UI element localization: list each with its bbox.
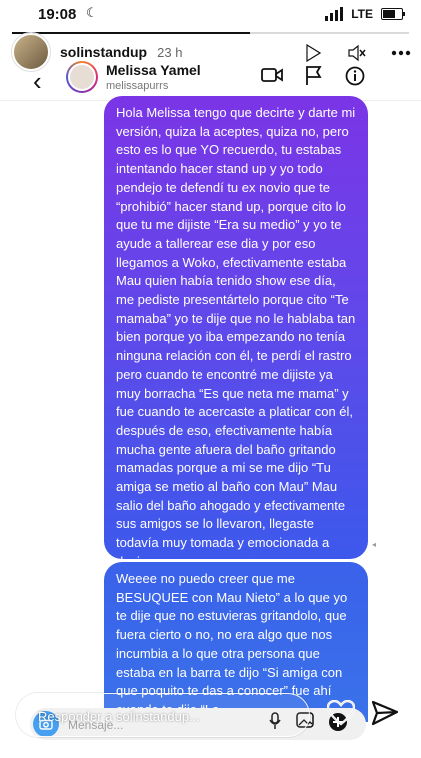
reply-placeholder: Responder a solinstandup... xyxy=(38,709,200,724)
story-frame: 19:08 ☾ LTE solinstandup 23 h ‹ Melissa … xyxy=(0,0,421,758)
flag-icon[interactable] xyxy=(305,66,323,91)
video-call-icon[interactable] xyxy=(261,66,283,91)
story-progress-bar xyxy=(12,32,409,34)
dm-contact-handle: melissapurrs xyxy=(106,80,169,92)
status-time: 19:08 xyxy=(38,6,77,23)
signal-icon xyxy=(325,7,344,21)
network-label: LTE xyxy=(351,7,373,21)
dm-avatar[interactable] xyxy=(66,61,98,93)
dm-contact-name[interactable]: Melissa Yamel xyxy=(106,62,201,78)
message-bubble: Hola Melissa tengo que decirte y darte m… xyxy=(104,96,368,569)
dm-actions xyxy=(261,66,365,91)
reply-indicator-icon: ◂ xyxy=(372,540,377,549)
info-icon[interactable] xyxy=(345,66,365,91)
moon-icon: ☾ xyxy=(86,5,98,20)
status-bar: 19:08 ☾ LTE xyxy=(0,0,421,34)
dm-header: ‹ Melissa Yamel melissapurrs xyxy=(0,58,421,101)
like-heart-icon[interactable] xyxy=(326,699,356,731)
battery-icon xyxy=(381,8,405,20)
send-icon[interactable] xyxy=(371,700,399,731)
status-right: LTE xyxy=(325,7,405,21)
back-icon[interactable]: ‹ xyxy=(33,66,42,97)
